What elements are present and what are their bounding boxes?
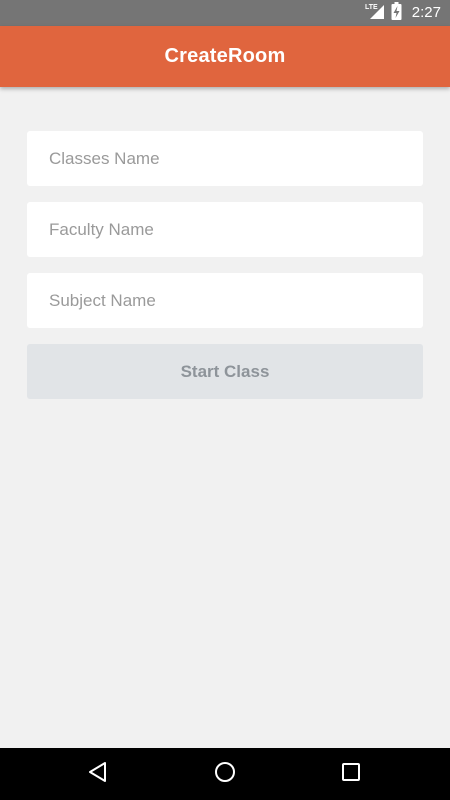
network-label: LTE (365, 4, 378, 11)
status-time: 2:27 (411, 4, 441, 21)
home-button[interactable] (195, 748, 255, 800)
app-title: CreateRoom (164, 45, 286, 67)
navigation-bar (0, 748, 450, 800)
start-class-button[interactable]: Start Class (27, 344, 423, 399)
create-room-form: Start Class (27, 131, 423, 399)
faculty-name-input[interactable] (27, 202, 423, 257)
subject-name-input[interactable] (27, 273, 423, 328)
battery-charging-icon (391, 1, 402, 25)
app-bar: CreateRoom (0, 26, 450, 87)
status-bar: LTE 2:27 (0, 0, 450, 26)
lte-signal-icon: LTE (365, 2, 385, 25)
recents-button[interactable] (321, 748, 381, 800)
back-button[interactable] (68, 748, 128, 800)
class-name-input[interactable] (27, 131, 423, 186)
back-icon (87, 761, 109, 788)
recents-icon (341, 762, 361, 787)
home-icon (214, 761, 236, 788)
status-icons: LTE 2:27 (365, 0, 441, 26)
